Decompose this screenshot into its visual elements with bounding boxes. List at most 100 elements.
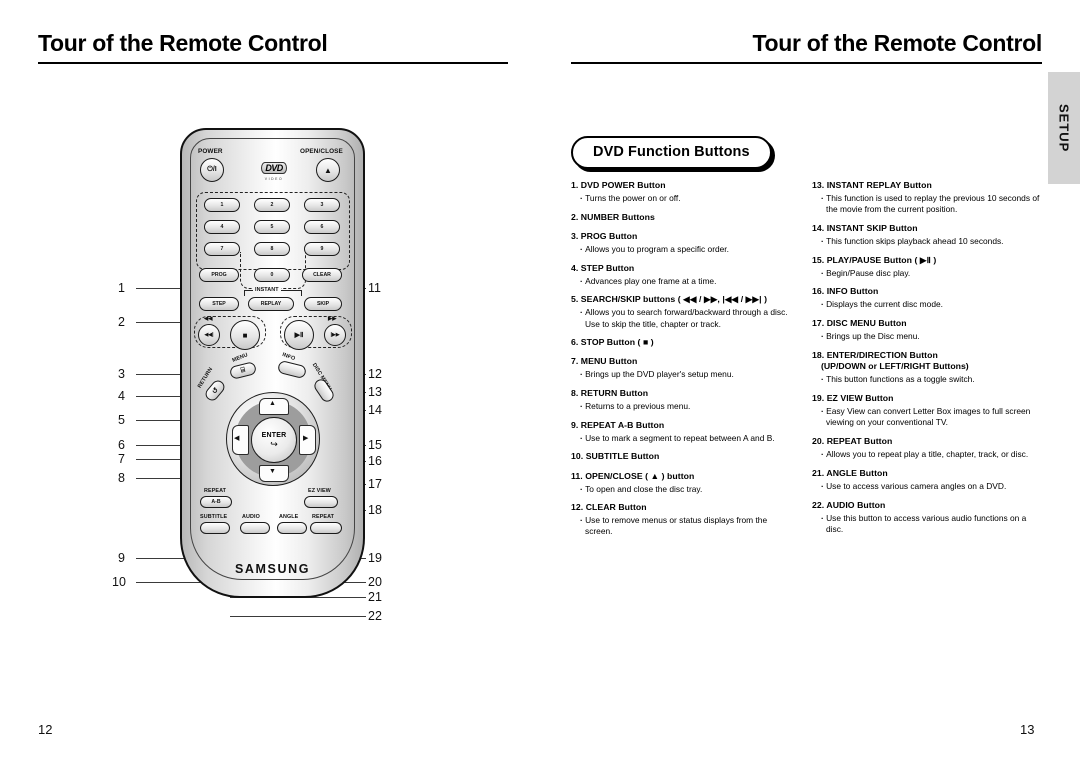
number-key-9[interactable]: 9 <box>304 242 340 256</box>
callout-12: 12 <box>368 367 382 381</box>
number-key-7[interactable]: 7 <box>204 242 240 256</box>
function-item-bullet: Use to remove menus or status displays f… <box>571 515 796 537</box>
callout-8: 8 <box>118 471 125 485</box>
function-item-heading: 6. STOP Button ( ■ ) <box>571 337 654 348</box>
function-item: 18. ENTER/DIRECTION Button (UP/DOWN or LE… <box>812 350 1044 386</box>
left-page-number: 12 <box>38 722 53 737</box>
function-item-heading: 22. AUDIO Button <box>812 499 886 510</box>
function-item-bullet: Use to mark a segment to repeat between … <box>571 433 796 444</box>
number-key-8[interactable]: 8 <box>254 242 290 256</box>
callout-16: 16 <box>368 454 382 468</box>
prog-button[interactable]: PROG <box>199 268 239 282</box>
callout-4: 4 <box>118 389 125 403</box>
function-item: 13. INSTANT REPLAY Button This function i… <box>812 180 1044 215</box>
function-item: 22. AUDIO Button Use this button to acces… <box>812 500 1044 535</box>
callout-21: 21 <box>368 590 382 604</box>
skip-forward-button[interactable]: |▶▶ <box>324 324 346 346</box>
number-key-2[interactable]: 2 <box>254 198 290 212</box>
right-header-rule <box>571 62 1042 64</box>
function-item-heading: 18. ENTER/DIRECTION Button <box>812 349 938 360</box>
number-key-3[interactable]: 3 <box>304 198 340 212</box>
function-item-heading: 20. REPEAT Button <box>812 436 893 447</box>
function-item-bullet: Allows you to repeat play a title, chapt… <box>812 449 1044 460</box>
audio-button[interactable] <box>240 522 270 534</box>
direction-pad[interactable]: ▲ ▼ ◀ ▶ ENTER ↪ <box>226 392 320 486</box>
number-key-6-label: 6 <box>320 224 324 230</box>
callout-6: 6 <box>118 438 125 452</box>
number-key-9-label: 9 <box>320 246 324 252</box>
right-page-number: 13 <box>1020 722 1035 737</box>
function-item-bullet: Returns to a previous menu. <box>571 401 796 412</box>
skip-backward-icon: ◀◀| <box>204 332 214 338</box>
function-item-bullet: This button functions as a toggle switch… <box>812 374 1044 385</box>
manual-spread: Tour of the Remote Control Tour of the R… <box>0 0 1080 765</box>
step-button[interactable]: STEP <box>199 297 239 311</box>
angle-button[interactable] <box>277 522 307 534</box>
function-item-heading: 19. EZ VIEW Button <box>812 393 894 404</box>
stop-button[interactable]: ■ <box>230 320 260 350</box>
skip-button[interactable]: SKIP <box>304 297 342 311</box>
function-item-heading: 14. INSTANT SKIP Button <box>812 222 918 233</box>
replay-button[interactable]: REPLAY <box>248 297 294 311</box>
enter-button[interactable]: ENTER ↪ <box>251 417 297 463</box>
subtitle-button[interactable] <box>200 522 230 534</box>
function-item-heading: 13. INSTANT REPLAY Button <box>812 180 932 190</box>
power-button[interactable]: ⏻/I <box>200 158 224 182</box>
callout-5: 5 <box>118 413 125 427</box>
function-item: 6. STOP Button ( ■ ) <box>571 337 796 349</box>
function-item: 17. DISC MENU Button Brings up the Disc m… <box>812 318 1044 342</box>
function-item: 4. STEP Button Advances play one frame at… <box>571 263 796 287</box>
play-pause-button[interactable]: ▶Ⅱ <box>284 320 314 350</box>
callout-17: 17 <box>368 477 382 491</box>
function-item-bullet: Allows you to program a specific order. <box>571 244 796 255</box>
function-item: 2. NUMBER Buttons <box>571 212 796 224</box>
skip-backward-button[interactable]: ◀◀| <box>198 324 220 346</box>
samsung-wordmark: SAMSUNG <box>234 562 311 576</box>
number-key-1[interactable]: 1 <box>204 198 240 212</box>
repeat-button[interactable] <box>310 522 342 534</box>
function-item-heading: 9. REPEAT A-B Button <box>571 419 665 430</box>
function-item-bullet: To open and close the disc tray. <box>571 484 796 495</box>
function-item-bullet: Begin/Pause disc play. <box>812 268 1044 279</box>
ez-view-button[interactable] <box>304 496 338 508</box>
number-key-5[interactable]: 5 <box>254 220 290 234</box>
function-item-heading: 5. SEARCH/SKIP buttons ( ◀◀ / ▶▶, |◀◀ / … <box>571 294 768 305</box>
callout-22: 22 <box>368 609 382 623</box>
setup-side-tab[interactable]: SETUP <box>1048 72 1080 184</box>
open-close-button[interactable]: ▲ <box>316 158 340 182</box>
repeat-ab-label-top: REPEAT <box>204 488 227 494</box>
callout-13: 13 <box>368 385 382 399</box>
callout-3: 3 <box>118 367 125 381</box>
ez-view-label: EZ VIEW <box>308 488 331 494</box>
dvd-logo-main: DVD <box>261 162 287 174</box>
function-item-heading: 12. CLEAR Button <box>571 502 647 513</box>
function-item-heading: 2. NUMBER Buttons <box>571 211 655 222</box>
nav-up-icon: ▲ <box>269 400 276 407</box>
dvd-video-logo: DVD VIDEO <box>248 158 300 181</box>
leader-line-22 <box>342 616 366 617</box>
function-item-bullet: Turns the power on or off. <box>571 193 796 204</box>
enter-button-label: ENTER <box>261 431 287 439</box>
callout-1: 1 <box>118 281 125 295</box>
number-key-1-label: 1 <box>220 202 224 208</box>
function-item-heading: 1. DVD POWER Button <box>571 180 666 190</box>
right-page-title: Tour of the Remote Control <box>752 30 1043 56</box>
number-key-4[interactable]: 4 <box>204 220 240 234</box>
dvd-logo-sub: VIDEO <box>264 176 284 181</box>
number-key-0[interactable]: 0 <box>254 268 290 282</box>
number-key-3-label: 3 <box>320 202 324 208</box>
number-key-2-label: 2 <box>270 202 274 208</box>
function-item-heading: 16. INFO Button <box>812 286 879 297</box>
number-key-6[interactable]: 6 <box>304 220 340 234</box>
callout-15: 15 <box>368 438 382 452</box>
nav-down-icon: ▼ <box>269 468 276 475</box>
function-item: 19. EZ VIEW Button Easy View can convert … <box>812 393 1044 428</box>
function-item-heading: 10. SUBTITLE Button <box>571 451 660 462</box>
function-item-bullet: Use to access various camera angles on a… <box>812 481 1044 492</box>
number-key-7-label: 7 <box>220 246 224 252</box>
function-item: 15. PLAY/PAUSE Button ( ▶Ⅱ ) Begin/Pause … <box>812 255 1044 279</box>
clear-button[interactable]: CLEAR <box>302 268 342 282</box>
open-close-label: OPEN/CLOSE <box>300 148 343 155</box>
repeat-ab-button[interactable]: A-B <box>200 496 232 508</box>
function-list-column-2: 13. INSTANT REPLAY Button This function i… <box>812 180 1044 542</box>
